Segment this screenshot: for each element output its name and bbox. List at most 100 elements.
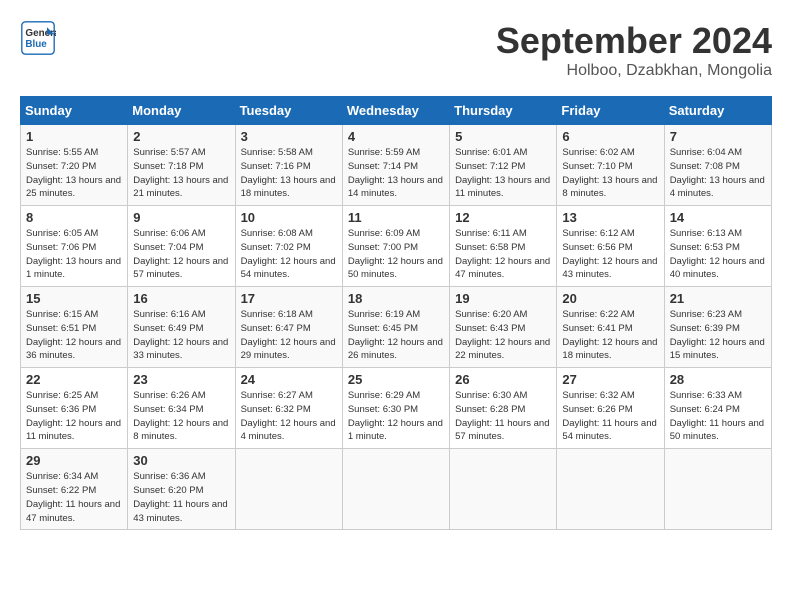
calendar-cell: 2 Sunrise: 5:57 AM Sunset: 7:18 PM Daylig…: [128, 125, 235, 206]
day-number: 20: [562, 291, 658, 306]
logo: General Blue: [20, 20, 56, 56]
day-number: 2: [133, 129, 229, 144]
calendar-subtitle: Holboo, Dzabkhan, Mongolia: [496, 62, 772, 80]
day-details: Sunrise: 6:18 AM Sunset: 6:47 PM Dayligh…: [241, 308, 337, 363]
day-details: Sunrise: 6:36 AM Sunset: 6:20 PM Dayligh…: [133, 470, 229, 525]
day-number: 30: [133, 453, 229, 468]
calendar-title: September 2024: [496, 20, 772, 62]
day-number: 19: [455, 291, 551, 306]
day-number: 24: [241, 372, 337, 387]
calendar-week-3: 15 Sunrise: 6:15 AM Sunset: 6:51 PM Dayli…: [21, 287, 772, 368]
calendar-cell: 23 Sunrise: 6:26 AM Sunset: 6:34 PM Dayli…: [128, 368, 235, 449]
calendar-week-1: 1 Sunrise: 5:55 AM Sunset: 7:20 PM Daylig…: [21, 125, 772, 206]
calendar-cell: [235, 449, 342, 530]
calendar-cell: 19 Sunrise: 6:20 AM Sunset: 6:43 PM Dayli…: [450, 287, 557, 368]
day-header-friday: Friday: [557, 97, 664, 125]
day-details: Sunrise: 6:15 AM Sunset: 6:51 PM Dayligh…: [26, 308, 122, 363]
calendar-cell: 16 Sunrise: 6:16 AM Sunset: 6:49 PM Dayli…: [128, 287, 235, 368]
day-details: Sunrise: 6:02 AM Sunset: 7:10 PM Dayligh…: [562, 146, 658, 201]
calendar-cell: 6 Sunrise: 6:02 AM Sunset: 7:10 PM Daylig…: [557, 125, 664, 206]
day-details: Sunrise: 6:09 AM Sunset: 7:00 PM Dayligh…: [348, 227, 444, 282]
day-details: Sunrise: 6:22 AM Sunset: 6:41 PM Dayligh…: [562, 308, 658, 363]
day-details: Sunrise: 6:26 AM Sunset: 6:34 PM Dayligh…: [133, 389, 229, 444]
day-number: 15: [26, 291, 122, 306]
svg-text:Blue: Blue: [25, 39, 47, 50]
calendar-cell: 24Sunrise: 6:27 AM Sunset: 6:32 PM Dayli…: [235, 368, 342, 449]
calendar-cell: 7Sunrise: 6:04 AM Sunset: 7:08 PM Daylig…: [664, 125, 771, 206]
day-details: Sunrise: 6:19 AM Sunset: 6:45 PM Dayligh…: [348, 308, 444, 363]
calendar-cell: 28 Sunrise: 6:33 AM Sunset: 6:24 PM Dayli…: [664, 368, 771, 449]
calendar-week-4: 22 Sunrise: 6:25 AM Sunset: 6:36 PM Dayli…: [21, 368, 772, 449]
day-number: 14: [670, 210, 766, 225]
day-details: Sunrise: 6:20 AM Sunset: 6:43 PM Dayligh…: [455, 308, 551, 363]
title-block: September 2024 Holboo, Dzabkhan, Mongoli…: [496, 20, 772, 80]
day-details: Sunrise: 6:16 AM Sunset: 6:49 PM Dayligh…: [133, 308, 229, 363]
calendar-cell: [450, 449, 557, 530]
header: General Blue September 2024 Holboo, Dzab…: [20, 20, 772, 80]
day-details: Sunrise: 6:30 AM Sunset: 6:28 PM Dayligh…: [455, 389, 551, 444]
day-details: Sunrise: 6:08 AM Sunset: 7:02 PM Dayligh…: [241, 227, 337, 282]
day-header-monday: Monday: [128, 97, 235, 125]
day-number: 23: [133, 372, 229, 387]
calendar-table: SundayMondayTuesdayWednesdayThursdayFrid…: [20, 96, 772, 530]
calendar-cell: 22 Sunrise: 6:25 AM Sunset: 6:36 PM Dayli…: [21, 368, 128, 449]
day-number: 10: [241, 210, 337, 225]
day-number: 29: [26, 453, 122, 468]
calendar-cell: 15 Sunrise: 6:15 AM Sunset: 6:51 PM Dayli…: [21, 287, 128, 368]
calendar-cell: 13 Sunrise: 6:12 AM Sunset: 6:56 PM Dayli…: [557, 206, 664, 287]
calendar-week-5: 29 Sunrise: 6:34 AM Sunset: 6:22 PM Dayli…: [21, 449, 772, 530]
day-number: 8: [26, 210, 122, 225]
day-number: 17: [241, 291, 337, 306]
calendar-cell: 5Sunrise: 6:01 AM Sunset: 7:12 PM Daylig…: [450, 125, 557, 206]
calendar-cell: 3 Sunrise: 5:58 AM Sunset: 7:16 PM Daylig…: [235, 125, 342, 206]
day-details: Sunrise: 6:32 AM Sunset: 6:26 PM Dayligh…: [562, 389, 658, 444]
day-number: 13: [562, 210, 658, 225]
calendar-header-row: SundayMondayTuesdayWednesdayThursdayFrid…: [21, 97, 772, 125]
day-details: Sunrise: 6:25 AM Sunset: 6:36 PM Dayligh…: [26, 389, 122, 444]
calendar-cell: 4 Sunrise: 5:59 AM Sunset: 7:14 PM Daylig…: [342, 125, 449, 206]
day-details: Sunrise: 6:11 AM Sunset: 6:58 PM Dayligh…: [455, 227, 551, 282]
calendar-cell: 29 Sunrise: 6:34 AM Sunset: 6:22 PM Dayli…: [21, 449, 128, 530]
day-details: Sunrise: 6:01 AM Sunset: 7:12 PM Dayligh…: [455, 146, 551, 201]
day-details: Sunrise: 6:12 AM Sunset: 6:56 PM Dayligh…: [562, 227, 658, 282]
day-number: 3: [241, 129, 337, 144]
calendar-cell: 25Sunrise: 6:29 AM Sunset: 6:30 PM Dayli…: [342, 368, 449, 449]
calendar-cell: [342, 449, 449, 530]
calendar-cell: [664, 449, 771, 530]
calendar-week-2: 8Sunrise: 6:05 AM Sunset: 7:06 PM Daylig…: [21, 206, 772, 287]
day-details: Sunrise: 5:57 AM Sunset: 7:18 PM Dayligh…: [133, 146, 229, 201]
day-header-sunday: Sunday: [21, 97, 128, 125]
day-details: Sunrise: 6:13 AM Sunset: 6:53 PM Dayligh…: [670, 227, 766, 282]
day-number: 21: [670, 291, 766, 306]
day-details: Sunrise: 6:06 AM Sunset: 7:04 PM Dayligh…: [133, 227, 229, 282]
day-number: 22: [26, 372, 122, 387]
calendar-cell: 12Sunrise: 6:11 AM Sunset: 6:58 PM Dayli…: [450, 206, 557, 287]
day-header-thursday: Thursday: [450, 97, 557, 125]
day-details: Sunrise: 6:04 AM Sunset: 7:08 PM Dayligh…: [670, 146, 766, 201]
calendar-cell: 27 Sunrise: 6:32 AM Sunset: 6:26 PM Dayli…: [557, 368, 664, 449]
day-number: 16: [133, 291, 229, 306]
day-number: 6: [562, 129, 658, 144]
calendar-cell: 26Sunrise: 6:30 AM Sunset: 6:28 PM Dayli…: [450, 368, 557, 449]
day-details: Sunrise: 6:34 AM Sunset: 6:22 PM Dayligh…: [26, 470, 122, 525]
day-details: Sunrise: 6:33 AM Sunset: 6:24 PM Dayligh…: [670, 389, 766, 444]
day-number: 27: [562, 372, 658, 387]
calendar-body: 1 Sunrise: 5:55 AM Sunset: 7:20 PM Daylig…: [21, 125, 772, 530]
calendar-cell: 11Sunrise: 6:09 AM Sunset: 7:00 PM Dayli…: [342, 206, 449, 287]
calendar-cell: 14 Sunrise: 6:13 AM Sunset: 6:53 PM Dayli…: [664, 206, 771, 287]
day-number: 1: [26, 129, 122, 144]
calendar-cell: 8Sunrise: 6:05 AM Sunset: 7:06 PM Daylig…: [21, 206, 128, 287]
day-number: 28: [670, 372, 766, 387]
day-number: 18: [348, 291, 444, 306]
day-number: 4: [348, 129, 444, 144]
day-details: Sunrise: 5:58 AM Sunset: 7:16 PM Dayligh…: [241, 146, 337, 201]
calendar-cell: 1 Sunrise: 5:55 AM Sunset: 7:20 PM Daylig…: [21, 125, 128, 206]
day-header-saturday: Saturday: [664, 97, 771, 125]
day-number: 9: [133, 210, 229, 225]
calendar-cell: 9 Sunrise: 6:06 AM Sunset: 7:04 PM Daylig…: [128, 206, 235, 287]
calendar-cell: 30 Sunrise: 6:36 AM Sunset: 6:20 PM Dayli…: [128, 449, 235, 530]
day-details: Sunrise: 5:59 AM Sunset: 7:14 PM Dayligh…: [348, 146, 444, 201]
calendar-cell: 18 Sunrise: 6:19 AM Sunset: 6:45 PM Dayli…: [342, 287, 449, 368]
day-details: Sunrise: 5:55 AM Sunset: 7:20 PM Dayligh…: [26, 146, 122, 201]
day-header-wednesday: Wednesday: [342, 97, 449, 125]
